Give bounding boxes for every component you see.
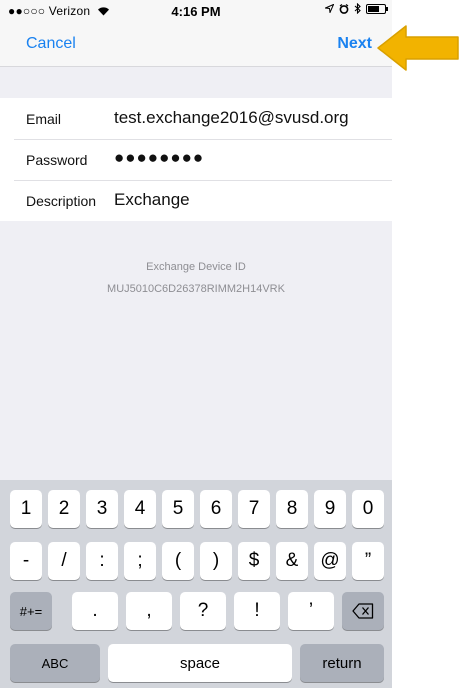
nav-bar: Cancel Next — [0, 22, 392, 67]
key-7[interactable]: 7 — [238, 490, 270, 528]
location-icon — [325, 4, 334, 13]
key-8[interactable]: 8 — [276, 490, 308, 528]
keyboard: 1 2 3 4 5 6 7 8 9 0 - / : ; ( ) $ & @ ” … — [0, 480, 392, 688]
backspace-icon — [352, 603, 374, 619]
delete-key[interactable] — [342, 592, 384, 630]
description-field[interactable]: Exchange — [114, 190, 190, 210]
key-5[interactable]: 5 — [162, 490, 194, 528]
phone-screen: ●●○○○ Verizon 4:16 PM Cancel Next Email … — [0, 0, 392, 688]
device-id-title: Exchange Device ID — [146, 261, 246, 273]
key-0[interactable]: 0 — [352, 490, 384, 528]
key-question[interactable]: ? — [180, 592, 226, 630]
key-hyphen[interactable]: - — [10, 542, 42, 580]
key-dollar[interactable]: $ — [238, 542, 270, 580]
key-2[interactable]: 2 — [48, 490, 80, 528]
password-label: Password — [26, 152, 88, 168]
key-apostrophe[interactable]: ’ — [288, 592, 334, 630]
key-open-paren[interactable]: ( — [162, 542, 194, 580]
key-quote[interactable]: ” — [352, 542, 384, 580]
key-9[interactable]: 9 — [314, 490, 346, 528]
space-key[interactable]: space — [108, 644, 292, 682]
key-comma[interactable]: , — [126, 592, 172, 630]
email-field[interactable]: test.exchange2016@svusd.org — [114, 108, 349, 128]
key-6[interactable]: 6 — [200, 490, 232, 528]
key-at[interactable]: @ — [314, 542, 346, 580]
description-row[interactable]: Description Exchange — [0, 180, 392, 221]
device-id-section: Exchange Device ID MUJ5010C6D26378RIMM2H… — [0, 256, 392, 300]
return-key[interactable]: return — [300, 644, 384, 682]
cancel-button[interactable]: Cancel — [26, 35, 76, 53]
abc-key[interactable]: ABC — [10, 644, 100, 682]
account-form: Email test.exchange2016@svusd.org Passwo… — [0, 98, 392, 221]
key-colon[interactable]: : — [86, 542, 118, 580]
key-ampersand[interactable]: & — [276, 542, 308, 580]
email-label: Email — [26, 111, 62, 127]
status-icons — [325, 3, 388, 14]
battery-icon — [366, 3, 388, 14]
next-button[interactable]: Next — [337, 35, 372, 53]
password-row[interactable]: Password ●●●●●●●● — [0, 139, 392, 180]
arrow-left-icon — [377, 25, 459, 71]
device-id-value: MUJ5010C6D26378RIMM2H14VRK — [107, 283, 285, 295]
symbols-key[interactable]: #+= — [10, 592, 52, 630]
alarm-icon — [339, 3, 349, 14]
key-1[interactable]: 1 — [10, 490, 42, 528]
key-close-paren[interactable]: ) — [200, 542, 232, 580]
status-bar: ●●○○○ Verizon 4:16 PM — [0, 0, 392, 22]
bluetooth-icon — [354, 3, 361, 14]
key-4[interactable]: 4 — [124, 490, 156, 528]
password-field[interactable]: ●●●●●●●● — [114, 148, 204, 168]
key-exclamation[interactable]: ! — [234, 592, 280, 630]
key-period[interactable]: . — [72, 592, 118, 630]
description-label: Description — [26, 193, 97, 209]
email-row[interactable]: Email test.exchange2016@svusd.org — [0, 98, 392, 139]
key-slash[interactable]: / — [48, 542, 80, 580]
key-semicolon[interactable]: ; — [124, 542, 156, 580]
key-3[interactable]: 3 — [86, 490, 118, 528]
